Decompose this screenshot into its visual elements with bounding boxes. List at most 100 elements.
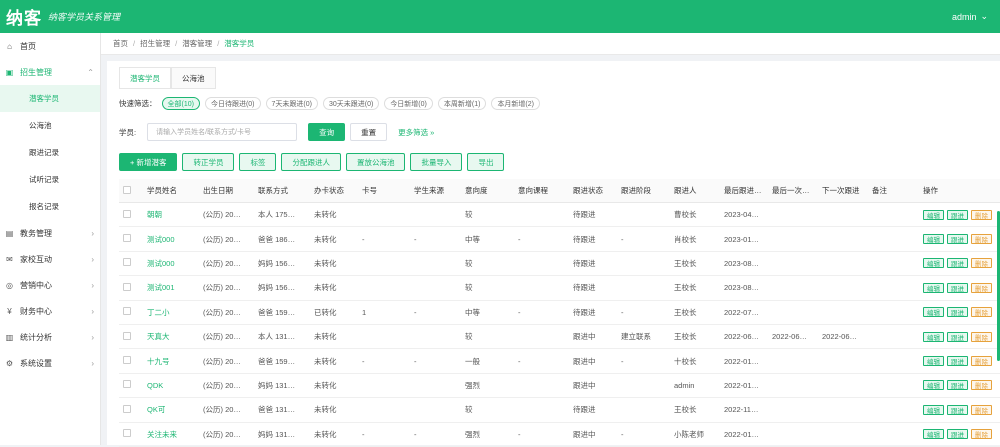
edit-button[interactable]: 编辑: [923, 282, 944, 293]
breadcrumb-item[interactable]: 招生管理: [140, 38, 170, 49]
sidebar-item[interactable]: ▤ 教务管理 ›: [0, 220, 100, 246]
breadcrumb-item[interactable]: 首页: [113, 38, 128, 49]
select-all-checkbox[interactable]: [123, 185, 131, 194]
delete-button[interactable]: 删除: [971, 380, 992, 391]
filter-chip[interactable]: 本月新增(2): [491, 97, 540, 110]
edit-button[interactable]: 编辑: [923, 380, 944, 391]
table-row[interactable]: 丁二小 (公历) 20… 爸爸 159… 已转化 1 - 中等 - 待跟进 - 王校长 2022-07…: [119, 301, 1000, 325]
tab-public-pool[interactable]: 公海池: [171, 67, 216, 88]
delete-button[interactable]: 删除: [971, 209, 992, 220]
sidebar-subitem[interactable]: 跟进记录: [0, 139, 100, 166]
student-name-link[interactable]: 天真大: [144, 331, 200, 342]
delete-button[interactable]: 删除: [971, 404, 992, 415]
student-name-link[interactable]: 关注未来: [144, 429, 200, 440]
row-checkbox[interactable]: [123, 209, 131, 218]
table-row[interactable]: 朝朝 (公历) 20… 本人 175… 未转化 较 待跟进 曹校长 2023-04… 编辑 跟进删…: [119, 203, 1000, 228]
action-button[interactable]: 置放公海池: [345, 153, 406, 171]
more-filters-link[interactable]: 更多筛选 »: [398, 127, 434, 138]
edit-button[interactable]: 编辑: [923, 356, 944, 367]
reset-button[interactable]: 重置: [350, 123, 388, 141]
student-name-link[interactable]: QK可: [144, 404, 200, 415]
filter-chip[interactable]: 今日新增(0): [384, 97, 433, 110]
row-checkbox[interactable]: [123, 234, 131, 243]
sidebar-subitem[interactable]: 试听记录: [0, 166, 100, 193]
logo[interactable]: 纳客 纳客学员关系管理: [0, 4, 120, 29]
follow-up-button[interactable]: 跟进: [947, 404, 968, 415]
student-name-link[interactable]: 朝朝: [144, 209, 200, 220]
edit-button[interactable]: 编辑: [923, 307, 944, 318]
delete-button[interactable]: 删除: [971, 331, 992, 342]
filter-chip[interactable]: 本周新增(1): [437, 97, 487, 110]
edit-button[interactable]: 编辑: [923, 258, 944, 269]
edit-button[interactable]: 编辑: [923, 234, 944, 245]
user-menu[interactable]: admin ⌄: [952, 11, 1000, 22]
table-row[interactable]: 关注未来 (公历) 20… 妈妈 131… 未转化 - - 强烈 - 跟进中 - 小陈老师 2022-…: [119, 423, 1000, 447]
follow-up-button[interactable]: 跟进: [947, 307, 968, 318]
follow-up-button[interactable]: 跟进: [947, 258, 968, 269]
tab-prospects[interactable]: 潜客学员: [119, 67, 171, 88]
edit-button[interactable]: 编辑: [923, 404, 944, 415]
action-button[interactable]: 导出: [467, 153, 505, 171]
student-name-link[interactable]: 十九号: [144, 356, 200, 367]
sidebar-item[interactable]: ⌂ 首页: [0, 33, 100, 59]
action-button[interactable]: 标签: [239, 153, 277, 171]
filter-chip[interactable]: 7天未跟进(0): [265, 97, 318, 110]
action-button[interactable]: 批量导入: [410, 153, 463, 171]
search-input[interactable]: 请输入学员姓名/联系方式/卡号: [147, 123, 298, 141]
filter-chip[interactable]: 今日待跟进(0): [204, 97, 261, 110]
sidebar-item[interactable]: ▣ 招生管理 ⌃: [0, 59, 100, 85]
filter-chip[interactable]: 全部(10): [161, 97, 200, 110]
edit-button[interactable]: 编辑: [923, 429, 944, 440]
table-row[interactable]: 测试000 (公历) 20… 爸爸 186… 未转化 - - 中等 - 待跟进 - 肖校长 2023-…: [119, 227, 1000, 252]
row-checkbox[interactable]: [123, 429, 131, 438]
delete-button[interactable]: 删除: [971, 234, 992, 245]
table-row[interactable]: 天真大 (公历) 20… 本人 131… 未转化 较 跟进中 建立联系 王校长 2022-06……: [119, 325, 1000, 350]
row-checkbox[interactable]: [123, 380, 131, 389]
sidebar-item[interactable]: ⚙ 系统设置 ›: [0, 350, 100, 376]
delete-button[interactable]: 删除: [971, 356, 992, 367]
sidebar-item[interactable]: ✉ 家校互动 ›: [0, 246, 100, 272]
student-name-link[interactable]: 测试001: [144, 282, 200, 293]
row-checkbox[interactable]: [123, 404, 131, 413]
student-name-link[interactable]: 丁二小: [144, 307, 200, 318]
delete-button[interactable]: 删除: [971, 282, 992, 293]
follow-up-button[interactable]: 跟进: [947, 356, 968, 367]
table-row[interactable]: 十九号 (公历) 20… 爸爸 159… 未转化 - - 一般 - 跟进中 - 十校长 2022-01…: [119, 349, 1000, 374]
follow-up-button[interactable]: 跟进: [947, 429, 968, 440]
finance-icon: ¥: [7, 306, 12, 316]
follow-up-button[interactable]: 跟进: [947, 234, 968, 245]
student-name-link[interactable]: 测试000: [144, 234, 200, 245]
edit-button[interactable]: 编辑: [923, 209, 944, 220]
action-button[interactable]: + 新增潜客: [119, 153, 178, 171]
query-button[interactable]: 查询: [308, 123, 346, 141]
follow-up-button[interactable]: 跟进: [947, 282, 968, 293]
sidebar-item[interactable]: ▥ 统计分析 ›: [0, 324, 100, 350]
follow-up-button[interactable]: 跟进: [947, 209, 968, 220]
student-name-link[interactable]: QDK: [144, 381, 200, 390]
table-row[interactable]: 测试000 (公历) 20… 妈妈 156… 未转化 较 待跟进 王校长 2023-08… 编辑…: [119, 252, 1000, 277]
row-checkbox[interactable]: [123, 331, 131, 340]
follow-up-button[interactable]: 跟进: [947, 331, 968, 342]
sidebar-subitem[interactable]: 报名记录: [0, 193, 100, 220]
action-button[interactable]: 分配跟进人: [281, 153, 341, 171]
row-checkbox[interactable]: [123, 258, 131, 267]
table-row[interactable]: 测试001 (公历) 20… 妈妈 156… 未转化 较 待跟进 王校长 2023-08… 编辑…: [119, 276, 1000, 301]
action-button[interactable]: 转正学员: [182, 153, 235, 171]
row-checkbox[interactable]: [123, 307, 131, 316]
sidebar-item[interactable]: ¥ 财务中心 ›: [0, 298, 100, 324]
row-checkbox[interactable]: [123, 282, 131, 291]
follow-up-button[interactable]: 跟进: [947, 380, 968, 391]
sidebar-subitem[interactable]: 潜客学员: [0, 85, 100, 112]
delete-button[interactable]: 删除: [971, 429, 992, 440]
sidebar-subitem[interactable]: 公海池: [0, 112, 100, 139]
delete-button[interactable]: 删除: [971, 258, 992, 269]
row-checkbox[interactable]: [123, 356, 131, 365]
filter-chip[interactable]: 30天未跟进(0): [322, 97, 380, 110]
student-name-link[interactable]: 测试000: [144, 258, 200, 269]
sidebar-item[interactable]: ◎ 营销中心 ›: [0, 272, 100, 298]
breadcrumb-item[interactable]: 潜客管理: [182, 38, 212, 49]
table-row[interactable]: QDK (公历) 20… 妈妈 131… 未转化 强烈 跟进中 admin 2022-01… 编…: [119, 374, 1000, 399]
delete-button[interactable]: 删除: [971, 307, 992, 318]
table-row[interactable]: QK可 (公历) 20… 爸爸 131… 未转化 较 待跟进 王校长 2022-11… 编辑 跟进…: [119, 398, 1000, 423]
edit-button[interactable]: 编辑: [923, 331, 944, 342]
